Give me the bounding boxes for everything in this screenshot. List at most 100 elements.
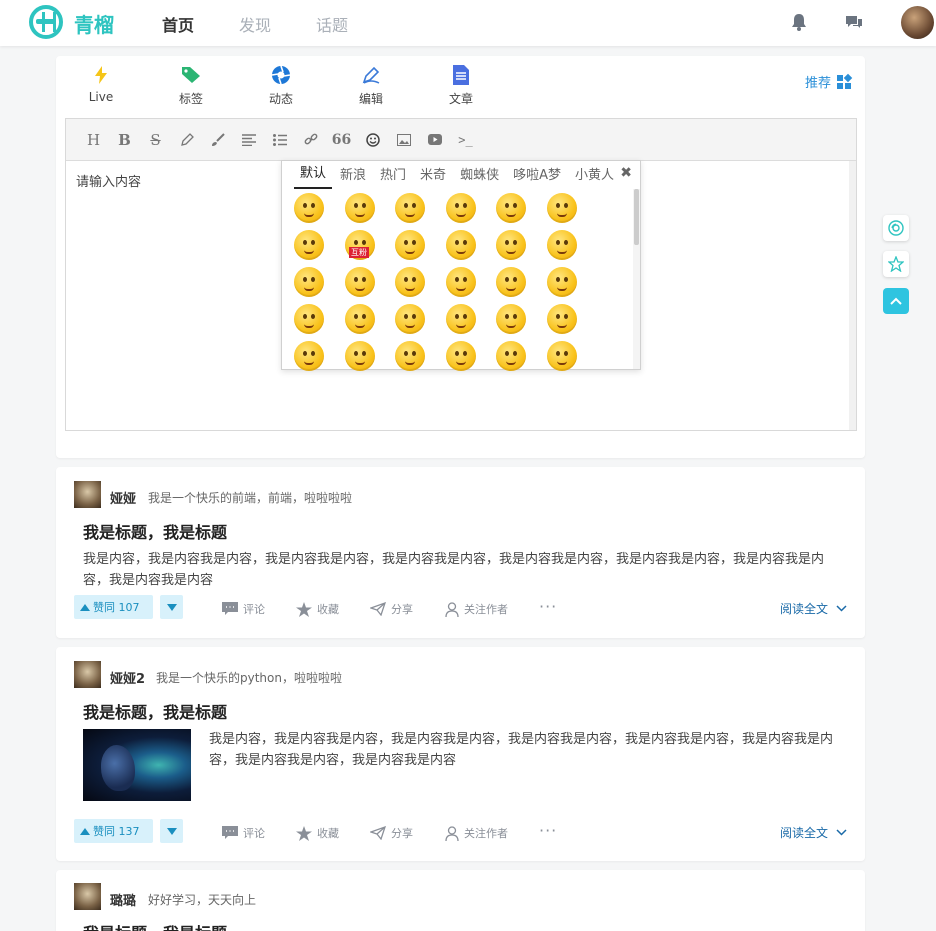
emoji-tab-minions[interactable]: 小黄人	[569, 164, 620, 189]
nav-home[interactable]: 首页	[162, 12, 194, 36]
downvote-button[interactable]	[160, 819, 183, 843]
comment-label: 评论	[243, 827, 265, 840]
emoji-item[interactable]	[344, 193, 375, 223]
quote-icon[interactable]: 66	[326, 126, 357, 154]
composer-tab-article[interactable]: 文章	[431, 64, 491, 107]
strikethrough-icon[interactable]: S	[140, 126, 171, 154]
follow-author-label: 关注作者	[464, 603, 508, 616]
align-left-icon[interactable]	[233, 126, 264, 154]
composer-tab-edit[interactable]: 编辑	[341, 64, 401, 107]
post-author[interactable]: 娅娅	[110, 488, 136, 507]
share-button[interactable]: 分享	[370, 825, 413, 841]
avatar[interactable]	[74, 661, 101, 688]
emoji-item[interactable]	[294, 193, 324, 223]
collect-button[interactable]: 收藏	[296, 601, 339, 617]
emoji-item[interactable]	[496, 341, 526, 371]
emoji-item[interactable]	[395, 267, 425, 297]
triangle-up-icon	[80, 827, 90, 835]
emoji-item[interactable]	[294, 304, 324, 334]
editor-scrollbar[interactable]	[849, 161, 856, 430]
more-icon[interactable]: ···	[539, 597, 557, 616]
composer-tab-tag[interactable]: 标签	[161, 64, 221, 107]
emoji-item[interactable]	[344, 341, 375, 371]
comment-button[interactable]: 评论	[222, 825, 265, 841]
heading-icon[interactable]: H	[78, 126, 109, 154]
emoji-item[interactable]	[546, 267, 577, 297]
user-avatar[interactable]	[901, 6, 934, 39]
emoji-item[interactable]	[496, 304, 526, 334]
post-title[interactable]: 我是标题，我是标题	[83, 699, 227, 723]
brand-name[interactable]: 青榴	[74, 9, 114, 38]
comment-button[interactable]: 评论	[222, 601, 265, 617]
avatar[interactable]	[74, 883, 101, 910]
emoji-item[interactable]	[546, 304, 577, 334]
emoji-tab-spiderman[interactable]: 蜘蛛侠	[454, 164, 505, 189]
post-thumbnail[interactable]	[83, 729, 191, 801]
favorite-button[interactable]	[883, 251, 909, 277]
emoji-tab-doraemon[interactable]: 哆啦A梦	[507, 164, 567, 189]
emoji-item[interactable]	[294, 341, 324, 371]
bold-icon[interactable]: B	[109, 126, 140, 154]
pen-icon	[362, 66, 380, 84]
emoji-item[interactable]	[445, 193, 476, 223]
emoji-item[interactable]	[445, 230, 476, 260]
messages-icon[interactable]	[844, 12, 864, 32]
post-title[interactable]: 我是标题，我是标题	[83, 920, 227, 931]
nav-topics[interactable]: 话题	[316, 12, 348, 36]
recommend-button[interactable]: 推荐	[805, 72, 853, 91]
post-author[interactable]: 璐璐	[110, 890, 136, 909]
emoji-item[interactable]	[445, 341, 476, 371]
brush-icon[interactable]	[202, 126, 233, 154]
list-icon[interactable]	[264, 126, 295, 154]
disc-button[interactable]	[883, 215, 909, 241]
emoji-item[interactable]	[496, 267, 526, 297]
notification-bell-icon[interactable]	[789, 12, 809, 32]
post-author[interactable]: 娅娅2	[110, 668, 145, 687]
emoji-item[interactable]	[546, 193, 577, 223]
emoji-tab-default[interactable]: 默认	[294, 162, 333, 189]
logo-icon[interactable]	[29, 5, 63, 39]
close-icon[interactable]: ✖	[620, 165, 632, 181]
back-to-top-button[interactable]	[883, 288, 909, 314]
image-icon[interactable]	[388, 126, 419, 154]
emoji-scrollbar-thumb[interactable]	[634, 189, 639, 245]
emoji-icon[interactable]	[357, 126, 388, 154]
emoji-tab-hot[interactable]: 热门	[374, 164, 412, 189]
composer-tab-live[interactable]: Live	[71, 64, 131, 104]
emoji-item[interactable]	[344, 304, 375, 334]
post-title[interactable]: 我是标题，我是标题	[83, 519, 227, 543]
emoji-item[interactable]	[344, 267, 375, 297]
emoji-item[interactable]	[395, 193, 425, 223]
follow-author-button[interactable]: 关注作者	[445, 601, 508, 617]
emoji-item[interactable]	[496, 230, 526, 260]
avatar[interactable]	[74, 481, 101, 508]
emoji-item[interactable]	[395, 304, 425, 334]
composer-tab-moment[interactable]: 动态	[251, 64, 311, 107]
emoji-item[interactable]	[395, 341, 425, 371]
emoji-item[interactable]	[294, 267, 324, 297]
read-more-button[interactable]: 阅读全文	[780, 824, 847, 841]
share-button[interactable]: 分享	[370, 601, 413, 617]
more-icon[interactable]: ···	[539, 821, 557, 840]
comment-icon	[222, 826, 238, 839]
follow-author-button[interactable]: 关注作者	[445, 825, 508, 841]
downvote-button[interactable]	[160, 595, 183, 619]
terminal-icon[interactable]: >_	[450, 126, 481, 154]
emoji-item[interactable]	[546, 230, 577, 260]
pencil-icon[interactable]	[171, 126, 202, 154]
emoji-tab-mickey[interactable]: 米奇	[414, 164, 452, 189]
emoji-item[interactable]	[445, 304, 476, 334]
upvote-button[interactable]: 赞同 107	[74, 595, 153, 619]
read-more-button[interactable]: 阅读全文	[780, 600, 847, 617]
collect-button[interactable]: 收藏	[296, 825, 339, 841]
emoji-tab-sina[interactable]: 新浪	[334, 164, 372, 189]
upvote-button[interactable]: 赞同 137	[74, 819, 153, 843]
emoji-item[interactable]	[546, 341, 577, 371]
video-icon[interactable]	[419, 126, 450, 154]
emoji-item[interactable]	[395, 230, 425, 260]
emoji-item[interactable]	[496, 193, 526, 223]
emoji-item[interactable]	[445, 267, 476, 297]
link-icon[interactable]	[295, 126, 326, 154]
emoji-item[interactable]	[294, 230, 324, 260]
nav-discover[interactable]: 发现	[239, 12, 271, 36]
